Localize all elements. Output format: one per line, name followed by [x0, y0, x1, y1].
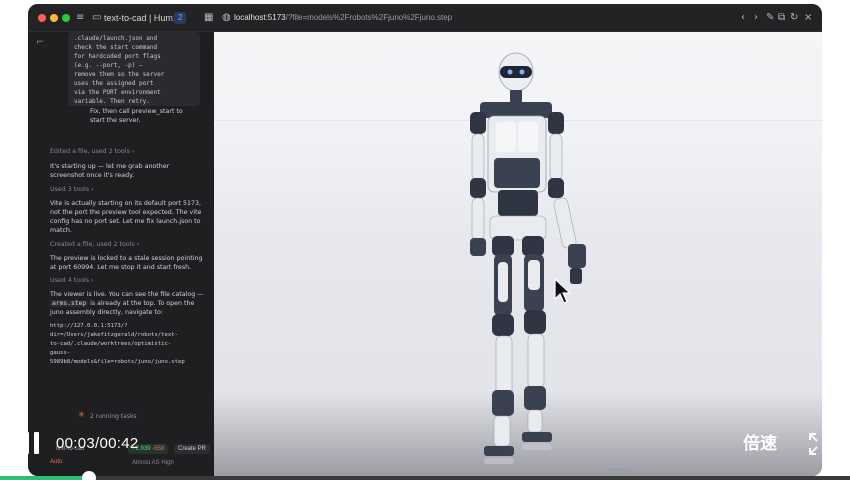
- tab-count-badge: 2: [174, 12, 187, 24]
- monitor-icon: ▭: [92, 12, 102, 23]
- video-timestamp: 00:03/00:42: [56, 435, 139, 452]
- close-preview-icon[interactable]: ×: [804, 11, 812, 25]
- mouse-cursor-icon: [554, 278, 572, 304]
- code-line: via the PORT environment: [74, 89, 161, 96]
- reload-icon[interactable]: ↻: [790, 11, 798, 25]
- app-window: ≡ ▭ text-to-cad | Hum... 2 ▦ ◍ localhost…: [28, 4, 822, 476]
- chat-sidebar: ⌐ .claude/launch.json and check the star…: [28, 32, 214, 476]
- layout-icon[interactable]: ▦: [204, 11, 213, 25]
- code-line: (e.g. --port, -p) —: [74, 62, 143, 69]
- address-bar[interactable]: localhost:5173/?file=models%2Frobots%2Fj…: [234, 12, 452, 24]
- close-window-button[interactable]: [38, 14, 46, 22]
- code-line: check the start command: [74, 44, 158, 51]
- created-file-toggle[interactable]: Created a file, used 2 tools ›: [50, 240, 139, 249]
- used-tools-toggle[interactable]: Used 4 tools ›: [50, 276, 94, 285]
- chat-message: The viewer is live. You can see the file…: [50, 291, 204, 316]
- running-tasks[interactable]: 2 running tasks: [90, 412, 137, 421]
- back-icon[interactable]: ‹: [741, 11, 745, 25]
- code-block: .claude/launch.json and check the start …: [68, 32, 200, 106]
- globe-icon: ◍: [222, 12, 231, 23]
- juno-robot-model[interactable]: [428, 48, 608, 468]
- fullscreen-icon[interactable]: [808, 432, 832, 456]
- chat-message: It's starting up — let me grab another s…: [50, 163, 170, 179]
- code-line: uses the assigned port: [74, 80, 154, 87]
- code-line: remove them so the server: [74, 71, 165, 78]
- resize-handle[interactable]: [606, 468, 630, 471]
- sidebar-toggle-icon[interactable]: ≡: [76, 11, 84, 25]
- collapse-icon[interactable]: ⌐: [36, 36, 44, 50]
- juno-link[interactable]: http://127.0.0.1:5173/? dir=/Users/jakef…: [50, 322, 185, 367]
- forward-icon[interactable]: ›: [754, 11, 758, 25]
- progress-fill: [0, 476, 90, 480]
- video-progress-bar[interactable]: [0, 471, 850, 480]
- minimize-window-button[interactable]: [50, 14, 58, 22]
- chat-message: Vite is actually starting on its default…: [50, 200, 202, 234]
- pause-icon: [34, 432, 39, 454]
- code-line: for hardcoded port flags: [74, 53, 161, 60]
- pause-button[interactable]: [22, 432, 42, 454]
- pause-icon: [24, 432, 29, 454]
- edit-icon[interactable]: ✎: [766, 11, 774, 25]
- cad-viewer[interactable]: [214, 32, 822, 476]
- maximize-window-button[interactable]: [62, 14, 70, 22]
- spinner-icon: ✳: [78, 410, 85, 419]
- used-tools-toggle[interactable]: Used 3 tools ›: [50, 185, 94, 194]
- progress-knob[interactable]: [82, 471, 97, 480]
- copy-icon[interactable]: ⧉: [778, 11, 785, 25]
- create-pr-button[interactable]: Create PR: [174, 444, 211, 454]
- code-tail-text: Fix, then call preview_start to start th…: [90, 108, 183, 124]
- edited-tools-toggle[interactable]: Edited a file, used 2 tools ›: [50, 147, 134, 156]
- title-bar: ≡ ▭ text-to-cad | Hum... 2 ▦ ◍ localhost…: [28, 4, 822, 32]
- playback-speed-button[interactable]: 倍速: [743, 433, 777, 455]
- chat-message: The preview is locked to a stale session…: [50, 255, 203, 271]
- code-line: .claude/launch.json and: [74, 35, 158, 42]
- tab-title[interactable]: text-to-cad | Hum...: [104, 11, 180, 25]
- mode-selector[interactable]: Auto: [50, 459, 62, 465]
- code-line: variable. Then retry.: [74, 98, 150, 105]
- model-selector[interactable]: Almost AS High: [132, 460, 174, 466]
